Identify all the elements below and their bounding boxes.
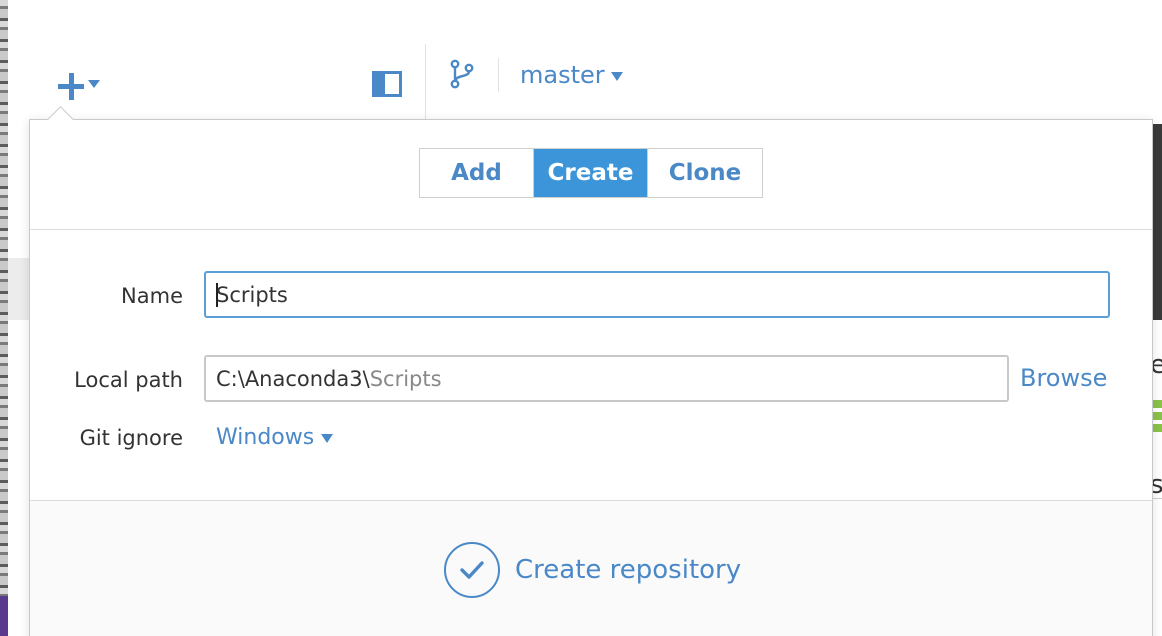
branch-selector[interactable]: master	[520, 58, 623, 92]
caret-down-icon	[88, 80, 100, 88]
sidebar-toggle-fill	[375, 74, 385, 94]
branch-name: master	[520, 61, 605, 89]
tab-create[interactable]: Create	[534, 149, 648, 197]
add-menu-button[interactable]	[50, 64, 110, 104]
git-ignore-label: Git ignore	[79, 426, 183, 450]
checkmark-glyph	[460, 561, 484, 579]
plus-icon-stem	[69, 73, 74, 100]
checkmark-icon	[444, 542, 500, 598]
local-path-tail: Scripts	[369, 366, 442, 391]
name-input-value: Scripts	[216, 282, 288, 307]
sidebar-toggle-icon[interactable]	[372, 71, 402, 97]
app-window: master es s Add Create Clone Name Script…	[0, 0, 1162, 636]
local-path-input[interactable]: C:\Anaconda3\ Scripts	[204, 355, 1009, 402]
top-toolbar: master	[8, 0, 1162, 120]
tab-add[interactable]: Add	[420, 149, 534, 197]
name-label: Name	[121, 284, 183, 308]
create-repository-button[interactable]: Create repository	[444, 540, 741, 600]
create-repository-label: Create repository	[515, 555, 742, 585]
mode-tabs: Add Create Clone	[419, 148, 763, 198]
caret-down-icon	[610, 71, 623, 81]
toolbar-divider	[498, 58, 499, 92]
local-path-label: Local path	[74, 368, 183, 392]
background-window-fragment	[0, 596, 8, 636]
toolbar-divider	[425, 44, 426, 120]
background-window-edge	[0, 0, 8, 636]
caret-down-icon	[321, 434, 334, 443]
browse-button[interactable]: Browse	[1020, 364, 1107, 392]
branch-icon[interactable]	[449, 59, 475, 89]
create-repository-popover: Add Create Clone Name Scripts Local path…	[29, 119, 1153, 636]
name-input[interactable]: Scripts	[204, 271, 1110, 318]
git-ignore-value: Windows	[216, 425, 315, 450]
section-divider	[30, 229, 1152, 230]
local-path-base: C:\Anaconda3\	[216, 366, 370, 391]
git-ignore-dropdown[interactable]: Windows	[216, 425, 334, 450]
tab-clone[interactable]: Clone	[648, 149, 762, 197]
background-window-fragment	[8, 258, 30, 320]
